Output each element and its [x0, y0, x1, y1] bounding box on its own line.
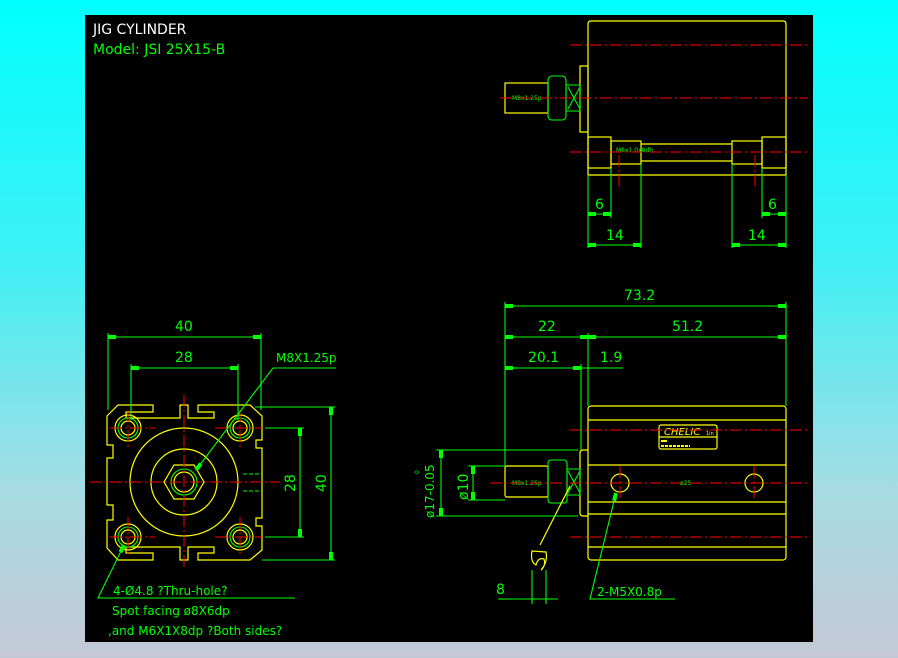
top-mount-label: M6x1.0x8dh [616, 147, 653, 154]
rod-thread-callout: M8X1.25p [276, 351, 337, 365]
dim-body-length: 51.2 [672, 319, 703, 335]
dim-front-height-28: 28 [283, 474, 299, 492]
model-label: Model: JSI 25X15-B [93, 42, 225, 58]
cad-drawing-canvas: JIG CYLINDER Model: JSI 25X15-B 40 28 28… [85, 15, 813, 642]
dim-top-left-14: 14 [606, 228, 624, 244]
front-view: 40 28 28 40 M8X1.25p 4-Ø4.8 ?Thru-hole? … [90, 319, 337, 638]
side-rod-wrench-flat [566, 468, 581, 496]
dim-top-right-14: 14 [748, 228, 766, 244]
top-view: M8x1.25p M6x1.0x8dh 6 14 14 6 [500, 20, 808, 248]
dim-front-width-40: 40 [175, 319, 193, 335]
brand-suffix: 1in [706, 431, 714, 437]
brand-logo: CHELIC [664, 427, 700, 438]
dim-rod-length: 22 [538, 319, 556, 335]
side-dimension-lines [436, 302, 787, 604]
brand-plate: CHELIC 1in [658, 424, 718, 450]
dim-total-length: 73.2 [624, 288, 655, 304]
top-flange [579, 65, 589, 133]
side-centerlines [490, 429, 808, 538]
dim-front-height-40: 40 [314, 474, 330, 492]
side-view: M8x1.25p ø25 CHELIC 1in 73.2 22 51.2 20.… [414, 288, 808, 604]
dim-bore-tolerance: 0 [414, 470, 421, 474]
dim-top-left-6: 6 [595, 197, 604, 213]
front-dimension-lines [97, 333, 336, 599]
drawing-svg: JIG CYLINDER Model: JSI 25X15-B 40 28 28… [90, 20, 808, 638]
dim-wrench-size: 8 [496, 582, 505, 598]
wrench-icon [530, 485, 571, 571]
dim-top-right-6: 6 [768, 197, 777, 213]
port-thread-callout: 2-M5X0.8p [597, 585, 662, 599]
drawing-title: JIG CYLINDER [92, 22, 187, 38]
note-both-sides: ,and M6X1X8dp ?Both sides? [108, 624, 282, 638]
dim-bore-outer-diameter: ø17-0.05 [423, 464, 437, 518]
dim-rod-diameter: ø10 [456, 474, 472, 500]
note-spot-facing: Spot facing ø8X6dp [112, 604, 230, 618]
note-thru-hole: 4-Ø4.8 ?Thru-hole? [113, 584, 228, 598]
dim-flange: 1.9 [600, 350, 622, 366]
dim-front-width-28: 28 [175, 350, 193, 366]
dim-rod-extension: 20.1 [528, 350, 559, 366]
